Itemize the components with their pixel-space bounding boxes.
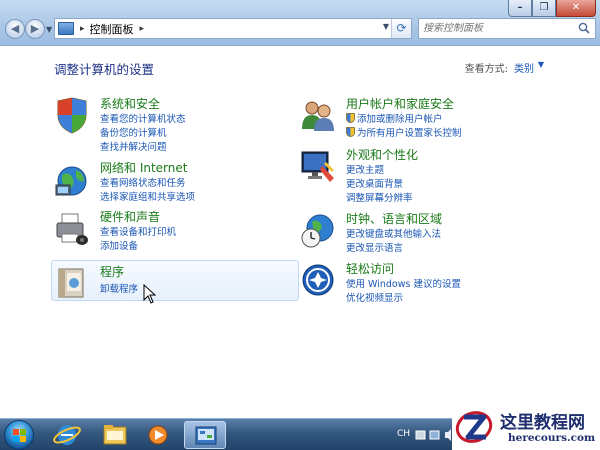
search-input[interactable]: [423, 19, 573, 38]
shield-icon[interactable]: [54, 97, 90, 135]
windows-logo-icon: [13, 429, 26, 442]
taskbar-control-panel[interactable]: [184, 421, 226, 449]
link-network-status[interactable]: 查看网络状态和任务: [100, 175, 186, 189]
breadcrumb-separator[interactable]: ▸: [80, 24, 85, 34]
file-explorer-icon: [103, 425, 127, 445]
view-by-label: 查看方式:: [464, 64, 508, 75]
category-user-accounts: 用户帐户和家庭安全 添加或删除用户帐户 为所有用户设置家长控制: [300, 97, 570, 145]
link-parental-controls[interactable]: 为所有用户设置家长控制: [346, 125, 462, 139]
link-devices-printers[interactable]: 查看设备和打印机: [100, 224, 176, 238]
taskbar-internet-explorer[interactable]: [46, 421, 88, 449]
link-view-status[interactable]: 查看您的计算机状态: [100, 111, 186, 125]
taskbar-file-explorer[interactable]: [94, 421, 136, 449]
internet-explorer-icon: [53, 425, 81, 445]
control-panel-small-icon: [58, 22, 74, 35]
category-title[interactable]: 用户帐户和家庭安全: [346, 95, 454, 112]
link-optimize-display[interactable]: 优化视频显示: [346, 290, 403, 304]
start-button[interactable]: [4, 420, 34, 450]
uac-shield-icon: [346, 127, 355, 137]
network-globe-icon[interactable]: [54, 161, 90, 199]
link-backup[interactable]: 备份您的计算机: [100, 125, 167, 139]
watermark-logo-icon: [455, 411, 493, 443]
breadcrumb-separator-end[interactable]: ▸: [140, 24, 145, 34]
close-button[interactable]: ✕: [556, 0, 596, 17]
category-title[interactable]: 硬件和声音: [100, 208, 160, 225]
search-icon[interactable]: [578, 22, 590, 34]
category-programs[interactable]: 程序 卸载程序: [51, 260, 299, 301]
window-controls: – ❐ ✕: [508, 0, 596, 18]
ease-of-access-icon[interactable]: [300, 262, 336, 300]
refresh-icon: ⟳: [396, 21, 407, 35]
taskbar-media-player[interactable]: [140, 421, 182, 449]
minimize-button[interactable]: –: [508, 0, 532, 17]
category-title[interactable]: 时钟、语言和区域: [346, 210, 442, 227]
view-by-dropdown[interactable]: 类别: [514, 60, 534, 75]
forward-button[interactable]: ▶: [25, 19, 45, 39]
system-tray-icons[interactable]: [414, 428, 456, 442]
search-box[interactable]: [418, 18, 596, 39]
page-title: 调整计算机的设置: [54, 62, 155, 77]
window-titlebar: – ❐ ✕ ◀ ▶ ▼ ▸ 控制面板 ▸ ▼ ⟳: [0, 0, 600, 46]
link-desktop-background[interactable]: 更改桌面背景: [346, 176, 403, 190]
link-text: 添加或删除用户帐户: [357, 114, 443, 125]
link-text: 为所有用户设置家长控制: [357, 128, 462, 139]
link-keyboard-input[interactable]: 更改键盘或其他输入法: [346, 226, 441, 240]
monitor-palette-icon[interactable]: [300, 148, 336, 186]
mouse-pointer-icon: [143, 284, 157, 304]
link-homegroup[interactable]: 选择家庭组和共享选项: [100, 189, 195, 203]
category-title[interactable]: 网络和 Internet: [100, 159, 187, 176]
input-language-indicator[interactable]: CH: [397, 429, 410, 439]
maximize-button[interactable]: ❐: [532, 0, 556, 17]
category-title[interactable]: 轻松访问: [346, 260, 394, 277]
category-title[interactable]: 系统和安全: [100, 95, 160, 112]
recent-pages-dropdown[interactable]: ▼: [46, 25, 52, 34]
address-dropdown-icon[interactable]: ▼: [383, 22, 389, 31]
category-system-security: 系统和安全 查看您的计算机状态 备份您的计算机 查找并解决问题: [54, 95, 294, 153]
control-panel-content: 调整计算机的设置 查看方式: 类别 ▼ 系统和安全 查看您的计算机状态 备份您的…: [0, 47, 600, 418]
link-uninstall[interactable]: 卸载程序: [100, 281, 138, 295]
watermark-text-cn: 这里教程网: [500, 413, 585, 433]
category-clock-language-region: 时钟、语言和区域 更改键盘或其他输入法 更改显示语言: [300, 212, 570, 260]
breadcrumb-control-panel[interactable]: 控制面板: [90, 21, 134, 37]
link-recommended-settings[interactable]: 使用 Windows 建议的设置: [346, 276, 461, 290]
uac-shield-icon: [346, 113, 355, 123]
users-icon[interactable]: [300, 97, 336, 135]
category-hardware-sound: 硬件和声音 查看设备和打印机 添加设备: [54, 210, 294, 258]
category-appearance: 外观和个性化 更改主题 更改桌面背景 调整屏幕分辨率: [300, 146, 570, 204]
control-panel-icon: [195, 426, 217, 445]
arrow-right-icon: ▶: [30, 22, 40, 35]
link-change-theme[interactable]: 更改主题: [346, 162, 384, 176]
category-ease-of-access: 轻松访问 使用 Windows 建议的设置 优化视频显示: [300, 262, 570, 310]
back-button[interactable]: ◀: [5, 19, 25, 39]
link-add-remove-accounts[interactable]: 添加或删除用户帐户: [346, 111, 443, 125]
category-network-internet: 网络和 Internet 查看网络状态和任务 选择家庭组和共享选项: [54, 161, 294, 209]
clock-globe-icon[interactable]: [300, 212, 336, 250]
link-screen-resolution[interactable]: 调整屏幕分辨率: [346, 190, 413, 204]
printer-icon[interactable]: [54, 210, 90, 248]
arrow-left-icon: ◀: [10, 22, 20, 35]
category-title[interactable]: 程序: [100, 263, 124, 280]
address-bar[interactable]: ▸ 控制面板 ▸ ▼ ⟳: [54, 18, 412, 39]
refresh-button[interactable]: ⟳: [391, 19, 411, 38]
chevron-down-icon[interactable]: ▼: [538, 60, 544, 69]
category-title[interactable]: 外观和个性化: [346, 146, 418, 163]
link-troubleshoot[interactable]: 查找并解决问题: [100, 139, 167, 153]
watermark-text-en: herecours.com: [508, 432, 596, 444]
programs-icon[interactable]: [55, 263, 91, 301]
site-watermark: 这里教程网 herecours.com: [452, 402, 600, 450]
link-display-language[interactable]: 更改显示语言: [346, 240, 403, 254]
media-player-icon: [148, 425, 168, 445]
link-add-device[interactable]: 添加设备: [100, 238, 138, 252]
